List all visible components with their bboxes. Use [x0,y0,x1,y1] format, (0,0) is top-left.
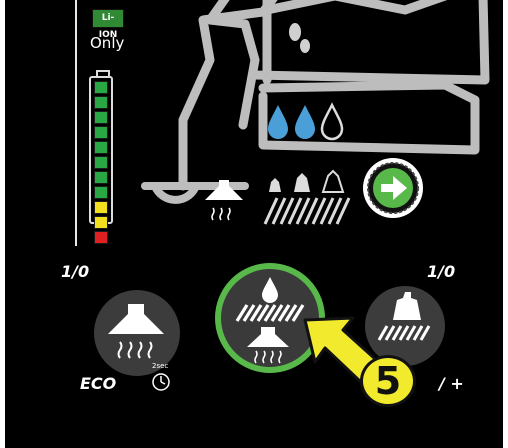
battery-cell [94,126,108,139]
battery-cell [94,216,108,229]
panel-divider [75,0,77,246]
water-drops-icon [268,102,344,141]
pressure-adjust-label: / + [439,374,464,393]
battery-cell [94,231,108,244]
battery-type-badge: Li-ION [92,9,124,40]
eco-label: ECO [80,374,117,393]
battery-cell [94,201,108,214]
battery-cell [94,81,108,94]
timer-label: 2sec [152,362,169,370]
battery-cell [94,171,108,184]
battery-cell [94,186,108,199]
battery-cell [94,111,108,124]
status-vacuum-icon [205,180,243,221]
step-number-badge: 5 [360,355,416,407]
step-number: 5 [374,359,402,403]
battery-cell [94,141,108,154]
control-panel: Li-ION Only 1/0 1/0 ECO 2sec / + 5 [5,0,503,448]
vacuum-toggle-label: 1/0 [61,262,90,281]
vacuum-hood-icon [108,304,164,359]
battery-gauge [89,76,113,244]
status-brush-pressure-icon [263,169,351,225]
timer-clock-icon [152,373,170,391]
battery-only-label: Only [90,34,125,52]
pressure-toggle-label: 1/0 [427,262,456,281]
battery-cell [94,156,108,169]
battery-cell [94,96,108,109]
